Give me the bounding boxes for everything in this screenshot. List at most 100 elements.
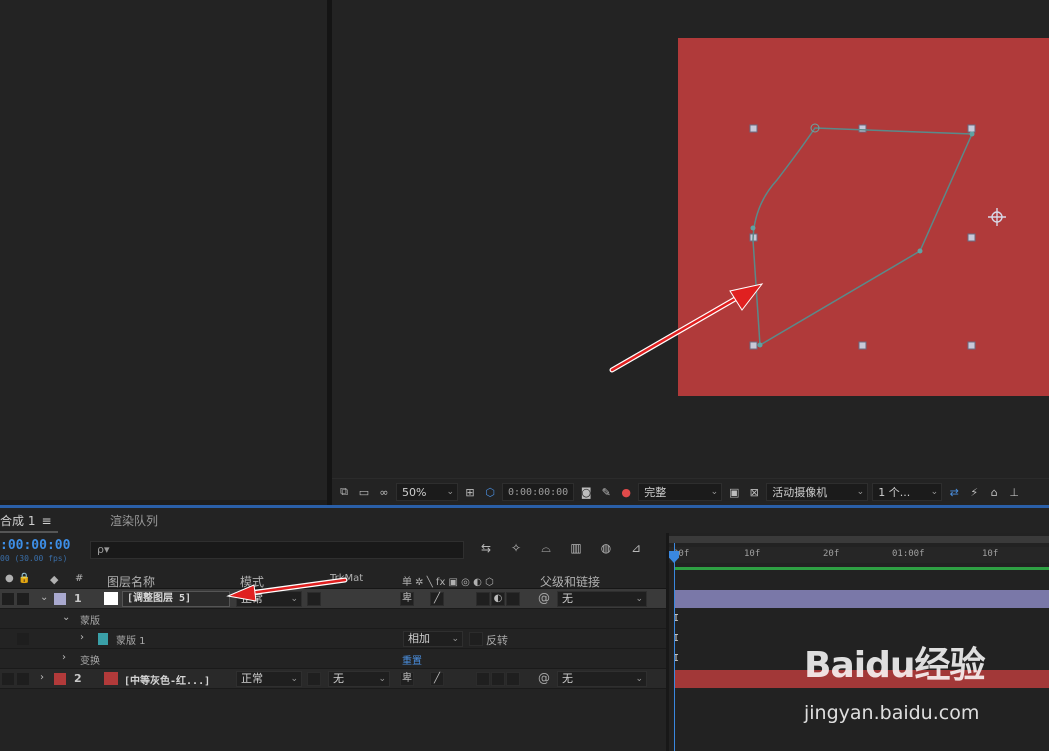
3d-layer-switch[interactable] [506,592,520,606]
handle-tr [967,124,976,133]
adjustment-switch[interactable] [476,592,490,606]
tab-composition-1[interactable]: 合成 1 ≡ [0,512,52,529]
chevron-down-icon: ⌄ [290,674,298,684]
graph-editor-icon[interactable]: ⊿ [628,541,644,556]
monitor-icon[interactable]: ▭ [356,484,372,500]
playhead-line [674,543,675,751]
time-ruler[interactable]: 00f 10f 20f 01:00f 10f [669,547,1049,563]
composition-viewer[interactable] [332,0,1049,478]
composition-mini-flowchart-icon[interactable]: ⇆ [478,541,494,556]
video-toggle[interactable] [2,593,14,605]
trkmat-dropdown[interactable]: 无 ⌄ [328,671,390,687]
blend-mode-dropdown[interactable]: 正常 ⌄ [236,671,302,687]
work-area-indicator [674,567,1049,570]
chevron-down-icon: ⌄ [635,674,643,684]
tab-menu-icon[interactable]: ≡ [41,514,51,528]
frame-blending-icon[interactable]: ▥ [568,541,584,556]
handle-bm [858,341,867,350]
draft-3d-icon[interactable]: ✧ [508,541,524,556]
label-color-swatch[interactable] [54,673,66,685]
mask-mode-dropdown[interactable]: 相加 ⌄ [403,631,463,647]
video-toggle[interactable] [2,673,14,685]
viewer-toolbar: ⧉ ▭ ∞ 50% ⌄ ⊞ ⬡ 0:00:00:00 ◙ ✎ ● 完整 ⌄ ▣ ⊠ … [332,478,1049,505]
transform-row[interactable]: › 变换 重置 [0,649,666,669]
video-column-icon[interactable]: ● [5,573,14,584]
camera-value: 活动摄像机 [772,486,828,499]
trkmat-value: 无 [333,672,344,685]
quality-switch[interactable]: ╱ [430,672,444,686]
parent-dropdown[interactable]: 无 ⌄ [557,591,647,607]
layer-name[interactable]: [调整图层 5] [122,591,230,607]
ruler-tick-label: 20f [823,549,840,559]
shy-switch[interactable]: 卑 [400,672,414,686]
mask-group-row[interactable]: ⌄ 蒙版 [0,609,666,629]
resolution-dropdown[interactable]: 完整 ⌄ [638,483,723,501]
chevron-down-icon: ⌄ [635,594,643,604]
chevron-down-icon[interactable]: ⌄ [62,612,70,623]
region-of-interest-icon[interactable]: ▣ [726,484,742,500]
label-column-icon[interactable]: ◆ [50,573,58,586]
fit-frame-icon[interactable]: ⊞ [462,484,478,500]
adjustment-layer-switch[interactable] [491,672,505,686]
handle-tl [749,124,758,133]
chevron-down-icon[interactable]: ⌄ [40,592,48,603]
pick-whip-icon[interactable]: @ [538,591,550,605]
show-snapshot-icon[interactable]: ✎ [598,484,614,500]
layer-name[interactable]: [中等灰色-红...] [124,672,210,687]
tab-render-queue[interactable]: 渲染队列 [110,512,158,529]
invert-checkbox[interactable] [469,632,483,646]
3d-layer-switch[interactable] [506,672,520,686]
parent-dropdown[interactable]: 无 ⌄ [557,671,647,687]
motion-blur-icon[interactable]: ◍ [598,541,614,556]
mask-vertex-right [917,248,923,254]
label-color-swatch[interactable] [54,593,66,605]
timeline-tools: ⇆ ✧ ⌓ ▥ ◍ ⊿ [478,541,644,556]
timeline-icon[interactable]: ⌂ [986,484,1002,500]
lock-toggle[interactable] [17,593,29,605]
lock-toggle[interactable] [17,673,29,685]
viewer-canvas[interactable] [332,0,1049,478]
mask-color-swatch[interactable] [98,633,108,645]
chevron-right-icon[interactable]: › [80,632,84,643]
layer-1-duration-bar[interactable] [674,590,1049,608]
3d-glasses-icon[interactable]: ∞ [376,484,392,500]
watermark-logo: Baidu经验 [804,645,985,686]
mask-visibility-toggle[interactable] [17,633,29,645]
transform-reset-link[interactable]: 重置 [402,652,422,667]
chevron-right-icon[interactable]: › [62,652,66,663]
camera-snapshot-icon[interactable]: ◙ [578,484,594,500]
fast-preview-icon[interactable]: ⚡ [966,484,982,500]
chevron-down-icon: ⌄ [930,487,939,497]
pick-whip-icon[interactable]: @ [538,671,550,685]
layer-name-column[interactable]: 图层名称 [107,573,155,590]
current-timecode[interactable]: :00:00:00 [0,538,70,553]
color-channel-icon[interactable]: ● [618,484,634,500]
chevron-right-icon[interactable]: › [40,672,44,683]
flowchart-icon[interactable]: ⊥ [1006,484,1022,500]
baidu-watermark: Baidu经验 jingyan.baidu.com [804,636,994,736]
handle-tm [858,124,867,133]
work-area-bar[interactable] [669,536,1049,543]
transparency-grid-icon[interactable]: ⊠ [746,484,762,500]
adjustment-layer-switch[interactable]: ◐ [491,592,505,606]
layer-search-input[interactable]: ρ▾ [90,541,464,559]
mask-vertex-bottom [757,342,763,348]
mask-row[interactable]: › 蒙版 1 相加 ⌄ 反转 [0,629,666,649]
layer-type-chip [104,592,118,605]
zoom-dropdown[interactable]: 50% ⌄ [396,483,458,501]
mask-name[interactable]: 蒙版 1 [116,632,146,647]
mask-visibility-icon[interactable]: ⬡ [482,484,498,500]
preserve-transparency-switch[interactable] [307,672,321,686]
layer-row-2[interactable]: › 2 [中等灰色-红...] 正常 ⌄ 无 ⌄ 卑 ╱ @ 无 ⌄ [0,669,666,689]
toggle-pixel-aspect-icon[interactable]: ⇄ [946,484,962,500]
current-time-display[interactable]: 0:00:00:00 [502,483,575,501]
shy-switch[interactable]: 卑 [400,592,414,606]
quality-switch[interactable]: ╱ [430,592,444,606]
lock-column-icon[interactable]: 🔒 [18,573,30,584]
zoom-value: 50% [402,485,427,499]
shy-layers-icon[interactable]: ⌓ [538,541,554,556]
effects-switch[interactable] [476,672,490,686]
views-dropdown[interactable]: 1 个... ⌄ [872,483,943,501]
always-preview-icon[interactable]: ⧉ [336,484,352,500]
camera-dropdown[interactable]: 活动摄像机 ⌄ [766,483,869,501]
